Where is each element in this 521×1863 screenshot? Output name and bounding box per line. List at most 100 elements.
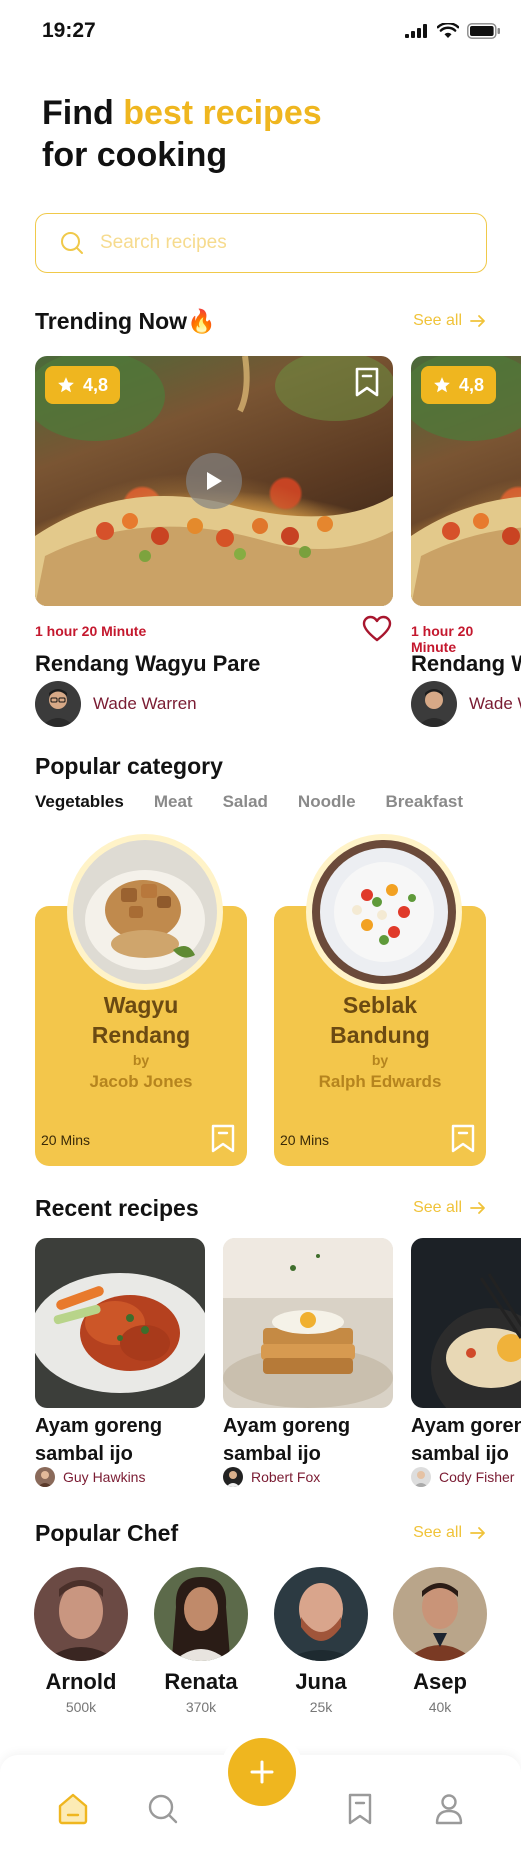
- avatar: [411, 681, 457, 727]
- title-end: for cooking: [42, 136, 228, 174]
- author-name: Wade Warren: [93, 694, 197, 713]
- title-line1: Ayam goreng: [223, 1415, 351, 1437]
- home-icon[interactable]: [56, 1792, 90, 1826]
- tab-breakfast[interactable]: Breakfast: [386, 792, 464, 812]
- chef-followers: 25k: [309, 1699, 333, 1715]
- add-button[interactable]: [228, 1738, 296, 1806]
- chef-see-all-link[interactable]: See all: [413, 1524, 486, 1542]
- search-input[interactable]: [100, 232, 460, 254]
- search-icon[interactable]: [146, 1792, 180, 1826]
- author-name: Cody Fisher: [439, 1469, 515, 1485]
- trending-title: Trending Now🔥: [35, 308, 216, 334]
- recipe-author[interactable]: Robert Fox: [223, 1467, 320, 1487]
- category-tabs: Vegetables Meat Salad Noodle Breakfast: [35, 792, 493, 812]
- chef-name: Arnold: [45, 1669, 117, 1694]
- status-bar: 19:27: [0, 0, 521, 60]
- recent-recipe-title[interactable]: Ayam goreng sambal ijo: [35, 1412, 162, 1468]
- rating-badge: 4,8: [421, 366, 497, 404]
- recipe-author[interactable]: Guy Hawkins: [35, 1467, 145, 1487]
- cook-time: 20 Mins: [41, 1132, 91, 1148]
- chef-avatar[interactable]: [34, 1567, 128, 1661]
- rating-badge: 4,8: [45, 366, 121, 404]
- category-recipe-name: Seblak Bandung: [274, 990, 486, 1050]
- title-line1: Ayam goreng: [411, 1415, 521, 1437]
- rating-value: 4,8: [83, 374, 109, 395]
- wifi-icon: [437, 23, 459, 38]
- chef-followers: 370k: [185, 1699, 217, 1715]
- status-time: 19:27: [42, 19, 96, 42]
- trending-see-all-link[interactable]: See all: [413, 312, 486, 330]
- category-recipe-image: [306, 834, 462, 990]
- recent-title: Recent recipes: [35, 1195, 199, 1221]
- chef-followers: 500k: [65, 1699, 97, 1715]
- add-icon: [250, 1760, 274, 1784]
- by-label: by: [371, 1052, 389, 1068]
- author-name: Wade Warren: [469, 694, 521, 713]
- see-all-label: See all: [413, 1524, 462, 1541]
- avatar: [35, 681, 81, 727]
- avatar: [35, 1467, 55, 1487]
- avatar: [411, 1467, 431, 1487]
- play-button[interactable]: [186, 453, 242, 509]
- tab-meat[interactable]: Meat: [154, 792, 193, 812]
- see-all-label: See all: [413, 312, 462, 329]
- recipe-title[interactable]: Rendang Wagyu Pare: [35, 651, 260, 677]
- chef-avatar[interactable]: [274, 1567, 368, 1661]
- signal-icon: [405, 24, 427, 38]
- search-bar[interactable]: [35, 213, 487, 273]
- star-icon: [58, 377, 74, 393]
- chef-followers: 40k: [428, 1699, 452, 1715]
- profile-icon[interactable]: [432, 1792, 466, 1826]
- category-recipe-name: Wagyu Rendang: [35, 990, 247, 1050]
- recipe-name-line1: Seblak: [342, 992, 418, 1018]
- recipe-name-line1: Wagyu: [103, 992, 179, 1018]
- category-title: Popular category: [35, 753, 223, 779]
- arrow-right-icon: [470, 1527, 485, 1539]
- category-recipe-image: [67, 834, 223, 990]
- title-line2: sambal ijo: [35, 1443, 133, 1465]
- tab-vegetables[interactable]: Vegetables: [35, 792, 124, 812]
- author-name: Guy Hawkins: [63, 1469, 146, 1485]
- chef-name: Jacob Jones: [89, 1072, 193, 1091]
- bookmark-icon[interactable]: [343, 1792, 377, 1826]
- bookmark-icon[interactable]: [450, 1124, 476, 1154]
- home-screen: 19:27 Find best recipes for cooking Sear…: [0, 0, 521, 1863]
- title-start: Find: [42, 94, 124, 132]
- page-title: Find best recipes for cooking: [42, 92, 322, 176]
- recent-recipe-image[interactable]: [223, 1238, 393, 1408]
- avatar: [223, 1467, 243, 1487]
- arrow-right-icon: [470, 1202, 485, 1214]
- title-line1: Ayam goreng: [35, 1415, 163, 1437]
- by-label: by: [132, 1052, 150, 1068]
- rating-value: 4,8: [459, 374, 485, 395]
- title-accent: best recipes: [123, 94, 322, 132]
- recent-recipe-image[interactable]: [35, 1238, 205, 1408]
- trending-card[interactable]: 4,8: [35, 356, 393, 606]
- title-line2: sambal ijo: [411, 1443, 509, 1465]
- chef-avatar[interactable]: [154, 1567, 248, 1661]
- recent-recipe-title[interactable]: Ayam goreng sambal ijo: [411, 1412, 521, 1468]
- chef-name: Juna: [295, 1669, 347, 1694]
- recent-recipe-image[interactable]: [411, 1238, 521, 1408]
- recipe-author[interactable]: Wade Warren: [411, 681, 521, 727]
- chef-name: Ralph Edwards: [318, 1072, 442, 1091]
- bookmark-icon[interactable]: [210, 1124, 236, 1154]
- heart-icon[interactable]: [362, 615, 392, 643]
- recipe-author[interactable]: Wade Warren: [35, 681, 197, 727]
- recent-see-all-link[interactable]: See all: [413, 1199, 486, 1217]
- battery-icon: [467, 23, 500, 39]
- recipe-title[interactable]: Rendang Wagyu Pare: [411, 651, 521, 677]
- chef-avatar[interactable]: [393, 1567, 487, 1661]
- recipe-name-line2: Rendang: [91, 1022, 191, 1048]
- tab-salad[interactable]: Salad: [223, 792, 268, 812]
- author-name: Robert Fox: [251, 1469, 321, 1485]
- star-icon: [434, 377, 450, 393]
- tab-noodle[interactable]: Noodle: [298, 792, 356, 812]
- bookmark-icon[interactable]: [353, 366, 381, 398]
- recent-recipe-title[interactable]: Ayam goreng sambal ijo: [223, 1412, 350, 1468]
- chef-name: Renata: [164, 1669, 238, 1694]
- trending-card[interactable]: 4,8: [411, 356, 521, 606]
- recipe-author[interactable]: Cody Fisher: [411, 1467, 514, 1487]
- status-icons: [405, 22, 501, 40]
- cook-time: 1 hour 20 Minute: [35, 623, 147, 639]
